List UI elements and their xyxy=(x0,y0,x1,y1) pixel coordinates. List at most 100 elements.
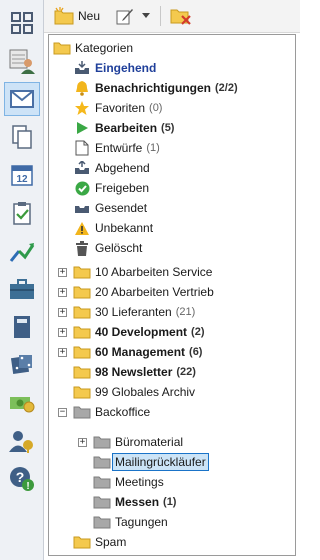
trash-icon xyxy=(73,240,91,256)
money-icon[interactable] xyxy=(4,386,40,420)
svg-text:12: 12 xyxy=(16,174,28,185)
folder-gray-icon xyxy=(93,474,111,490)
category-tree: Kategorien Eingehend Benachrichtigungen … xyxy=(48,34,296,556)
documents-icon[interactable] xyxy=(4,120,40,154)
tree-item-backoffice[interactable]: Backoffice xyxy=(73,402,150,422)
tree-item-mailingruecklaeufer[interactable]: Mailingrückläufer xyxy=(93,452,209,472)
tree-item-tagungen[interactable]: Tagungen xyxy=(93,512,168,532)
expand-toggle[interactable]: + xyxy=(78,438,87,447)
collapse-toggle[interactable]: − xyxy=(58,408,67,417)
edit-icon xyxy=(116,9,133,25)
inbox-icon xyxy=(73,60,91,76)
folder-icon xyxy=(73,324,91,340)
tree-item-abgehend[interactable]: Abgehend xyxy=(73,158,150,178)
star-icon xyxy=(73,100,91,116)
edit-button[interactable] xyxy=(116,5,134,27)
tree-item-label: Spam xyxy=(95,535,127,549)
tree-item-label: 30 Lieferanten xyxy=(95,305,172,319)
tree-item-label: Entwürfe xyxy=(95,141,143,155)
folder-icon xyxy=(73,304,91,320)
tree-item-count: (1) xyxy=(146,142,160,154)
notebook-icon[interactable] xyxy=(4,310,40,344)
tree-item-geloescht[interactable]: Gelöscht xyxy=(73,238,142,258)
chevron-down-icon xyxy=(142,13,150,18)
tree-item-folder-98[interactable]: 98 Newsletter (22) xyxy=(73,362,196,382)
tree-item-count: (6) xyxy=(189,346,203,358)
tree-item-count: (22) xyxy=(176,366,196,378)
delete-folder-button[interactable] xyxy=(170,5,192,27)
tree-item-bueromaterial[interactable]: Büromaterial xyxy=(93,432,183,452)
tree-item-folder-40[interactable]: 40 Development (2) xyxy=(73,322,205,342)
tree-item-label: 10 Abarbeiten Service xyxy=(95,265,213,279)
tree-item-label: Bearbeiten xyxy=(95,121,158,135)
tree-item-bearbeiten[interactable]: Bearbeiten (5) xyxy=(73,118,174,138)
tree-item-label: 20 Abarbeiten Vertrieb xyxy=(95,285,214,299)
svg-text:!: ! xyxy=(26,481,29,492)
tree-item-folder-30[interactable]: 30 Lieferanten (21) xyxy=(73,302,195,322)
tree-item-folder-60[interactable]: 60 Management (6) xyxy=(73,342,202,362)
sidebar: 12 ?! xyxy=(0,0,44,560)
tree-item-benachrichtigungen[interactable]: Benachrichtigungen (2/2) xyxy=(73,78,238,98)
tree-item-folder-20[interactable]: 20 Abarbeiten Vertrieb xyxy=(73,282,214,302)
expand-toggle[interactable]: + xyxy=(58,288,67,297)
tree-item-count: (21) xyxy=(175,306,196,318)
folder-icon xyxy=(73,384,91,400)
expand-toggle[interactable]: + xyxy=(58,308,67,317)
folder-icon xyxy=(73,344,91,360)
tree-item-messen[interactable]: Messen (1) xyxy=(93,492,176,512)
tree-item-folder-10[interactable]: 10 Abarbeiten Service xyxy=(73,262,212,282)
expand-toggle[interactable]: + xyxy=(58,328,67,337)
folder-gray-icon xyxy=(93,454,111,470)
expand-toggle[interactable]: + xyxy=(58,268,67,277)
tree-item-label: Favoriten xyxy=(95,101,146,115)
edit-dropdown-button[interactable] xyxy=(142,5,150,27)
tree-item-label: 40 Development xyxy=(95,325,188,339)
play-icon xyxy=(73,120,91,136)
folder-icon xyxy=(73,364,91,380)
tree-item-count: (2) xyxy=(191,326,205,338)
briefcase-icon[interactable] xyxy=(4,272,40,306)
tasks-icon[interactable] xyxy=(4,196,40,230)
tree-item-label: Gesendet xyxy=(95,201,148,215)
tree-item-count: (0) xyxy=(149,102,163,114)
expand-toggle[interactable]: + xyxy=(58,348,67,357)
tree-item-label: Eingehend xyxy=(95,61,157,75)
folder-icon xyxy=(73,264,91,280)
calendar-icon[interactable]: 12 xyxy=(4,158,40,192)
check-icon xyxy=(73,180,91,196)
new-folder-icon xyxy=(54,7,74,25)
outbox-icon xyxy=(73,160,91,176)
tree-item-label: Messen xyxy=(115,495,160,509)
folder-gray-icon xyxy=(93,434,111,450)
mail-icon[interactable] xyxy=(4,82,40,116)
tree-item-label: Backoffice xyxy=(95,405,151,419)
help-icon[interactable]: ?! xyxy=(4,462,40,496)
folder-gray-icon xyxy=(93,514,111,530)
tree-item-meetings[interactable]: Meetings xyxy=(93,472,164,492)
tree-item-count: (5) xyxy=(161,122,175,134)
folder-gray-icon xyxy=(93,494,111,510)
tree-item-freigeben[interactable]: Freigeben xyxy=(73,178,149,198)
dice-icon[interactable] xyxy=(4,348,40,382)
tree-item-unbekannt[interactable]: Unbekannt xyxy=(73,218,153,238)
workflow-icon[interactable] xyxy=(4,234,40,268)
folder-open-icon xyxy=(53,40,71,56)
users-icon[interactable] xyxy=(4,424,40,458)
tree-item-label: Tagungen xyxy=(115,515,168,529)
tree-item-label: Unbekannt xyxy=(95,221,154,235)
new-button[interactable]: Neu xyxy=(54,5,100,27)
tree-item-entwuerfe[interactable]: Entwürfe (1) xyxy=(73,138,160,158)
draft-icon xyxy=(73,140,91,156)
tree-item-spam[interactable]: Spam xyxy=(73,532,126,552)
tree-item-favoriten[interactable]: Favoriten (0) xyxy=(73,98,162,118)
tree-item-folder-99[interactable]: 99 Globales Archiv xyxy=(73,382,195,402)
sent-icon xyxy=(73,200,91,216)
grid-icon[interactable] xyxy=(4,6,40,40)
tree-item-label: Benachrichtigungen xyxy=(95,81,212,95)
tree-item-gesendet[interactable]: Gesendet xyxy=(73,198,147,218)
contacts-icon[interactable] xyxy=(4,44,40,78)
tree-item-kategorien[interactable]: Kategorien xyxy=(53,38,133,58)
tree-item-label: Meetings xyxy=(115,475,164,489)
tree-item-count: (2/2) xyxy=(215,82,238,94)
tree-item-eingehend[interactable]: Eingehend xyxy=(73,58,160,78)
